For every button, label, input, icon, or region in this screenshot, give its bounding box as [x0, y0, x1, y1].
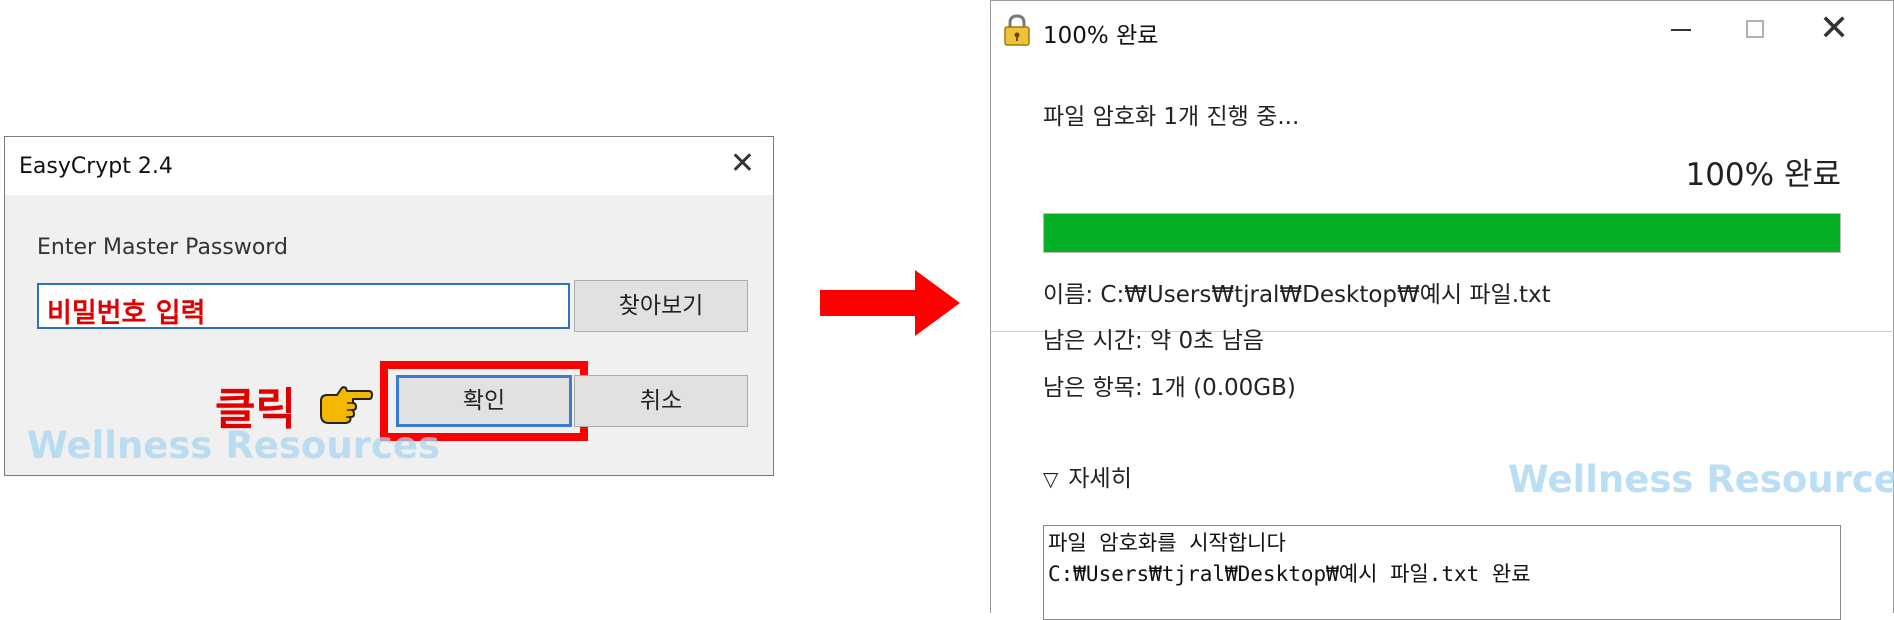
right-arrow-icon — [820, 270, 960, 336]
details-label: 자세히 — [1068, 466, 1132, 492]
dialog-title: EasyCrypt 2.4 — [19, 154, 173, 179]
master-password-label: Enter Master Password — [37, 235, 288, 260]
log-line: C:₩Users₩tjral₩Desktop₩예시 파일.txt 완료 — [1048, 562, 1531, 586]
log-line: 파일 암호화를 시작합니다 — [1048, 531, 1286, 555]
password-input[interactable]: 비밀번호 입력 — [37, 283, 570, 329]
expand-triangle-icon: ▽ — [1043, 467, 1059, 491]
pointing-hand-icon — [320, 386, 373, 424]
progress-bar — [1043, 213, 1841, 253]
items-remaining-line: 남은 항목: 1개 (0.00GB) — [1043, 375, 1296, 401]
window-title: 100% 완료 — [1043, 23, 1159, 49]
browse-button[interactable]: 찾아보기 — [574, 280, 748, 332]
log-textbox[interactable]: 파일 암호화를 시작합니다 C:₩Users₩tjral₩Desktop₩예시 … — [1043, 525, 1841, 620]
password-input-text: 비밀번호 입력 — [47, 298, 206, 329]
percent-complete-text: 100% 완료 — [1685, 157, 1841, 193]
minimize-icon[interactable] — [1671, 29, 1691, 31]
file-name-line: 이름: C:₩Users₩tjral₩Desktop₩예시 파일.txt — [1043, 282, 1551, 308]
dialog-titlebar: EasyCrypt 2.4 ✕ — [5, 137, 773, 195]
progress-window: 100% 완료 ✕ 파일 암호화 1개 진행 중... 100% 완료 이름: … — [990, 0, 1894, 620]
ok-button[interactable]: 확인 — [396, 375, 572, 427]
lock-icon — [1004, 14, 1030, 46]
watermark-left: Wellness Resources — [27, 424, 440, 467]
operation-status-text: 파일 암호화 1개 진행 중... — [1043, 104, 1300, 130]
close-icon[interactable]: ✕ — [1819, 9, 1849, 49]
time-remaining-line: 남은 시간: 약 0초 남음 — [1043, 328, 1264, 354]
watermark-right: Wellness Resources — [1508, 458, 1894, 501]
details-toggle[interactable]: ▽ 자세히 — [1043, 459, 1132, 493]
close-icon[interactable]: ✕ — [730, 149, 755, 179]
cancel-button[interactable]: 취소 — [574, 375, 748, 427]
progress-bar-fill — [1044, 214, 1840, 252]
password-dialog: EasyCrypt 2.4 ✕ Enter Master Password 비밀… — [4, 136, 774, 476]
maximize-icon[interactable] — [1746, 20, 1764, 38]
